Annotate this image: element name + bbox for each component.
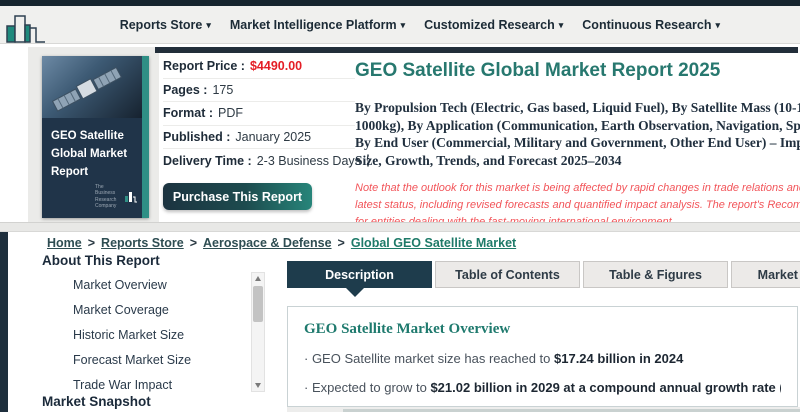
format-value: PDF bbox=[218, 106, 243, 120]
overview-bullet-market-size: · GEO Satellite market size has reached … bbox=[304, 351, 781, 366]
note-line: latest status, including revised forecas… bbox=[355, 197, 800, 214]
price-label: Report Price : bbox=[163, 59, 245, 73]
report-tabs: Description Table of Contents Table & Fi… bbox=[287, 261, 800, 288]
nav-reports-store[interactable]: Reports Store▾ bbox=[120, 18, 211, 32]
published-label: Published : bbox=[163, 130, 230, 144]
breadcrumb: Home > Reports Store > Aerospace & Defen… bbox=[47, 236, 516, 250]
nav-label: Customized Research bbox=[424, 18, 555, 32]
description-line: By End User (Commercial, Military and Go… bbox=[355, 134, 800, 152]
tab-table-and-figures[interactable]: Table & Figures bbox=[583, 261, 728, 288]
report-details: Report Price : $4490.00 Pages : 175 Form… bbox=[163, 55, 355, 173]
breadcrumb-home[interactable]: Home bbox=[47, 236, 82, 250]
breadcrumb-separator: > bbox=[88, 236, 95, 250]
sidebar-item-market-coverage[interactable]: Market Coverage bbox=[73, 298, 243, 323]
detail-row-price: Report Price : $4490.00 bbox=[163, 55, 355, 79]
scroll-up-icon[interactable] bbox=[252, 273, 264, 284]
nav-continuous-research[interactable]: Continuous Research ▾ bbox=[582, 18, 720, 32]
tab-description[interactable]: Description bbox=[287, 261, 432, 288]
chevron-down-icon: ▾ bbox=[401, 21, 406, 30]
tab-table-of-contents[interactable]: Table of Contents bbox=[435, 261, 580, 288]
overview-heading: GEO Satellite Market Overview bbox=[304, 321, 781, 338]
sidebar-item-forecast-market-size[interactable]: Forecast Market Size bbox=[73, 348, 243, 373]
sidebar-list: Market Overview Market Coverage Historic… bbox=[73, 273, 243, 398]
nav-label: Continuous Research bbox=[582, 18, 711, 32]
detail-row-delivery: Delivery Time : 2-3 Business Days i bbox=[163, 149, 355, 173]
tab-market-insights[interactable]: Market Insights bbox=[731, 261, 800, 288]
purchase-report-button[interactable]: Purchase This Report bbox=[163, 183, 312, 210]
nav-customized-research[interactable]: Customized Research ▾ bbox=[424, 18, 563, 32]
sidebar-scrollbar[interactable] bbox=[251, 272, 265, 392]
nav-label: Market Intelligence Platform bbox=[230, 18, 397, 32]
cover-title: GEO Satellite Global Market Report bbox=[42, 128, 142, 181]
bullet-bold-value: $21.02 billion in 2029 at a compound ann… bbox=[430, 380, 781, 395]
nav-label: Reports Store bbox=[120, 18, 203, 32]
breadcrumb-aerospace-defense[interactable]: Aerospace & Defense bbox=[203, 236, 332, 250]
left-accent-strip bbox=[0, 232, 8, 412]
note-line: Note that the outlook for this market is… bbox=[355, 180, 800, 197]
section-divider bbox=[0, 222, 800, 232]
breadcrumb-current-page[interactable]: Global GEO Satellite Market bbox=[351, 236, 516, 250]
cover-brand-text: The Business Research Company bbox=[95, 184, 122, 209]
sidebar-item-historic-market-size[interactable]: Historic Market Size bbox=[73, 323, 243, 348]
published-value: January 2025 bbox=[235, 130, 311, 144]
report-description: By Propulsion Tech (Electric, Gas based,… bbox=[355, 99, 800, 169]
bullet-text: · Expected to grow to bbox=[304, 380, 430, 395]
format-label: Format : bbox=[163, 106, 213, 120]
description-line: By Propulsion Tech (Electric, Gas based,… bbox=[355, 99, 800, 117]
active-tab-pointer bbox=[346, 288, 364, 297]
page-title: GEO Satellite Global Market Report 2025 bbox=[355, 60, 720, 82]
nav-market-intelligence-platform[interactable]: Market Intelligence Platform ▾ bbox=[230, 18, 405, 32]
satellite-illustration-icon bbox=[42, 56, 142, 118]
chevron-down-icon: ▾ bbox=[559, 21, 564, 30]
scrollbar-thumb[interactable] bbox=[253, 286, 263, 322]
bullet-text: · GEO Satellite market size has reached … bbox=[304, 351, 554, 366]
bar-chart-logo-icon bbox=[5, 14, 47, 44]
chevron-down-icon: ▾ bbox=[715, 21, 720, 30]
sidebar-section-snapshot: Market Snapshot bbox=[42, 394, 151, 409]
delivery-value: 2-3 Business Days bbox=[257, 154, 361, 168]
overview-bullet-growth: · Expected to grow to $21.02 billion in … bbox=[304, 380, 781, 395]
chevron-down-icon: ▾ bbox=[206, 21, 211, 30]
delivery-label: Delivery Time : bbox=[163, 154, 252, 168]
sidebar-item-market-overview[interactable]: Market Overview bbox=[73, 273, 243, 298]
sidebar-section-about: About This Report bbox=[42, 253, 160, 268]
bar-chart-logo-icon bbox=[125, 191, 137, 203]
detail-row-pages: Pages : 175 bbox=[163, 79, 355, 103]
breadcrumb-separator: > bbox=[338, 236, 345, 250]
main-nav: Reports Store▾ Market Intelligence Platf… bbox=[120, 6, 720, 44]
cover-teal-stripe bbox=[142, 56, 149, 218]
description-panel: GEO Satellite Market Overview · GEO Sate… bbox=[287, 306, 798, 407]
site-header: Reports Store▾ Market Intelligence Platf… bbox=[0, 6, 800, 44]
pages-value: 175 bbox=[212, 83, 233, 97]
details-top-bar bbox=[155, 47, 798, 53]
pages-label: Pages : bbox=[163, 83, 207, 97]
breadcrumb-separator: > bbox=[190, 236, 197, 250]
company-logo[interactable] bbox=[5, 14, 47, 49]
detail-row-published: Published : January 2025 bbox=[163, 126, 355, 150]
bullet-bold-value: $17.24 billion in 2024 bbox=[554, 351, 683, 366]
price-value: $4490.00 bbox=[250, 59, 302, 73]
breadcrumb-reports-store[interactable]: Reports Store bbox=[101, 236, 184, 250]
scroll-down-icon[interactable] bbox=[252, 380, 264, 391]
cover-brand-logo: The Business Research Company bbox=[95, 184, 137, 209]
satellite-photo bbox=[42, 56, 142, 118]
detail-row-format: Format : PDF bbox=[163, 102, 355, 126]
description-line: Size, Growth, Trends, and Forecast 2025–… bbox=[355, 152, 800, 170]
report-cover-image: GEO Satellite Global Market Report The B… bbox=[42, 56, 149, 218]
description-line: 1000kg), By Application (Communication, … bbox=[355, 117, 800, 135]
